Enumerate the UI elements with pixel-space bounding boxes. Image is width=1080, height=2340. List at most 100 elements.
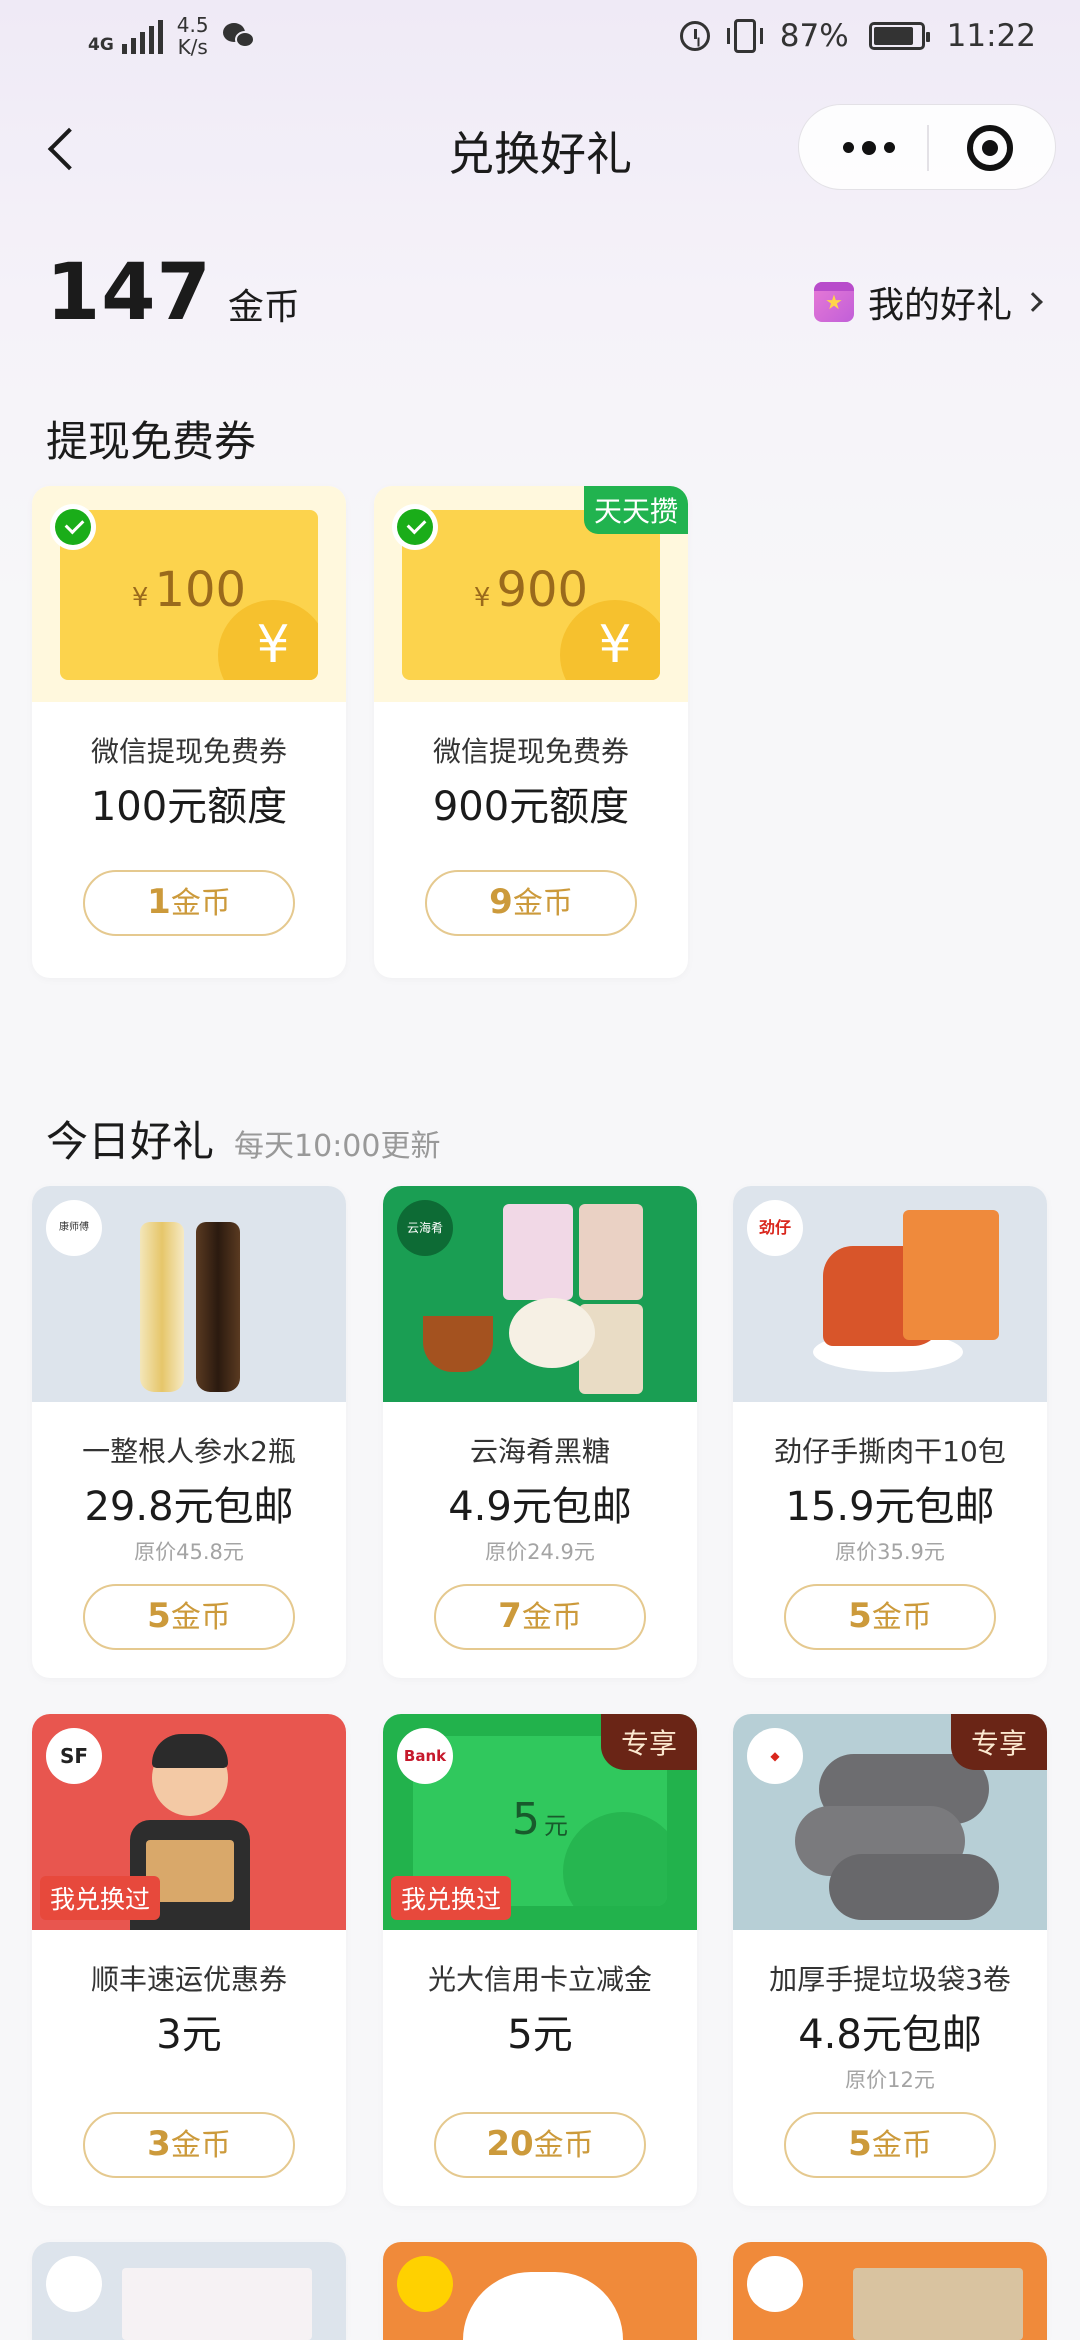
more-menu-icon[interactable] [843, 140, 895, 155]
signal-icon: 4G [88, 18, 163, 54]
bank-logo: Bank [397, 1728, 453, 1784]
battery-percent: 87% [779, 18, 849, 54]
meituan-logo [397, 2256, 453, 2312]
product-image: 劲仔 [733, 1186, 1047, 1402]
snack-box [903, 1210, 999, 1340]
product-image: ◆ 专享 [733, 1714, 1047, 1930]
gift-card[interactable]: SF 我兑换过 顺丰速运优惠券 3元 3金币 [32, 1714, 346, 2206]
withdraw-voucher-card[interactable]: ¥ ¥100 微信提现免费券 100元额度 1金币 [32, 486, 346, 978]
gift-calendar-icon [813, 282, 854, 322]
wechat-notification-icon [222, 21, 257, 51]
brand-logo: 劲仔 [747, 1200, 803, 1256]
redeem-button[interactable]: 20金币 [434, 2112, 646, 2178]
gift-card[interactable]: 劲仔 劲仔手撕肉干10包 15.9元包邮 原价35.9元 5金币 [733, 1186, 1047, 1678]
coin-balance-value: 147 [46, 248, 212, 338]
wechat-pay-icon [392, 504, 438, 550]
jd-logo [747, 2256, 803, 2312]
voucher-graphic: ¥ ¥900 [402, 510, 660, 680]
redeem-button[interactable]: 5金币 [784, 1584, 996, 1650]
item-name: 微信提现免费券 [432, 735, 629, 768]
redeemed-tag: 我兑换过 [40, 1876, 161, 1920]
redeem-button[interactable]: 5金币 [784, 2112, 996, 2178]
status-bar: 4G 4.5 K/s 87% 11:22 [0, 0, 1080, 80]
original-price: 原价45.8元 [134, 1540, 244, 1564]
redeem-button[interactable]: 9金币 [425, 870, 637, 936]
snack-plate [509, 1298, 595, 1368]
trash-bag-roll [829, 1854, 999, 1920]
brand-logo: ◆ [747, 1728, 803, 1784]
gift-card[interactable]: 云海肴 云海肴黑糖 4.9元包邮 原价24.9元 7金币 [383, 1186, 697, 1678]
withdraw-section-title: 提现免费券 [46, 417, 257, 466]
gift-card[interactable]: ◆ 专享 加厚手提垃圾袋3卷 4.8元包邮 原价12元 5金币 [733, 1714, 1047, 2206]
gift-card-partial[interactable] [383, 2242, 697, 2340]
redeem-button[interactable]: 1金币 [83, 870, 295, 936]
ginseng-bottle-dark [196, 1222, 240, 1392]
redeem-button[interactable]: 7金币 [434, 1584, 646, 1650]
snack-bag [579, 1204, 643, 1300]
exclusive-tag: 专享 [950, 1714, 1047, 1770]
network-type: 4G [88, 35, 114, 55]
voucher-amount: ¥100 [131, 562, 247, 618]
redeem-button[interactable]: 3金币 [83, 2112, 295, 2178]
product-image: 康师傅 [32, 1186, 346, 1402]
gift-card[interactable]: 5元 Bank 专享 我兑换过 光大信用卡立减金 5元 20金币 [383, 1714, 697, 2206]
redeem-button[interactable]: 5金币 [83, 1584, 295, 1650]
network-speed: 4.5 K/s [176, 13, 209, 59]
gift-card-partial[interactable] [733, 2242, 1047, 2340]
item-name: 云海肴黑糖 [469, 1435, 610, 1468]
item-name: 光大信用卡立减金 [427, 1963, 652, 1996]
original-price: 原价12元 [845, 2068, 935, 2092]
gift-card[interactable]: 康师傅 一整根人参水2瓶 29.8元包邮 原价45.8元 5金币 [32, 1186, 346, 1678]
tea-cup [423, 1316, 493, 1372]
product-box [122, 2268, 312, 2340]
product-image: SF 我兑换过 [32, 1714, 346, 1930]
item-price: 4.8元包邮 [798, 2012, 982, 2058]
my-gifts-link[interactable]: 我的好礼 [813, 276, 1043, 328]
navigation-bar: 兑换好礼 [0, 100, 1080, 196]
sf-logo: SF [46, 1728, 102, 1784]
product-image: 5元 Bank 专享 我兑换过 [383, 1714, 697, 1930]
ginseng-bottle-light [140, 1222, 184, 1392]
withdraw-voucher-card[interactable]: ¥ ¥900 天天攒 微信提现免费券 900元额度 9金币 [374, 486, 688, 978]
gift-card-partial[interactable] [32, 2242, 346, 2340]
daily-section-title: 今日好礼 每天10:00更新 [46, 1117, 441, 1166]
item-price: 29.8元包邮 [84, 1484, 294, 1530]
voucher-amount: 5元 [512, 1794, 568, 1845]
coin-balance: 147 金币 [46, 248, 300, 338]
item-name: 一整根人参水2瓶 [82, 1435, 296, 1468]
item-price: 5元 [507, 2012, 573, 2058]
close-mini-program-icon[interactable] [967, 125, 1013, 171]
mini-program-capsule [798, 104, 1056, 190]
biscuit-box [853, 2268, 1023, 2340]
original-price [383, 2064, 697, 2090]
battery-icon [868, 22, 930, 50]
capsule-divider [927, 125, 929, 171]
exclusive-tag: 专享 [600, 1714, 697, 1770]
wechat-pay-icon [50, 504, 96, 550]
voucher-image: ¥ ¥900 天天攒 [374, 486, 688, 702]
brand-logo [46, 2256, 102, 2312]
vibrate-icon [726, 19, 763, 53]
product-image: 云海肴 [383, 1186, 697, 1402]
daily-section-subtitle: 每天10:00更新 [234, 1129, 441, 1164]
item-price: 900元额度 [432, 784, 630, 830]
item-price: 4.9元包邮 [448, 1484, 632, 1530]
item-name: 劲仔手撕肉干10包 [774, 1435, 1006, 1468]
coin-balance-unit: 金币 [227, 287, 300, 328]
status-left: 4G 4.5 K/s [88, 14, 257, 58]
item-price: 100元额度 [90, 784, 288, 830]
redeemed-tag: 我兑换过 [391, 1876, 512, 1920]
courier-cap [152, 1734, 228, 1768]
chevron-right-icon [1023, 292, 1043, 312]
voucher-image: ¥ ¥100 [32, 486, 346, 702]
voucher-graphic: ¥ ¥100 [60, 510, 318, 680]
voucher-amount: ¥900 [473, 562, 589, 618]
item-name: 加厚手提垃圾袋3卷 [769, 1963, 1011, 1996]
item-name: 顺丰速运优惠券 [90, 1963, 287, 1996]
food-bowl [463, 2272, 623, 2340]
battery-level [873, 27, 914, 45]
brand-logo: 云海肴 [397, 1200, 453, 1256]
item-name: 微信提现免费券 [90, 735, 287, 768]
snack-bag [503, 1204, 573, 1300]
status-right: 87% 11:22 [679, 18, 1036, 54]
